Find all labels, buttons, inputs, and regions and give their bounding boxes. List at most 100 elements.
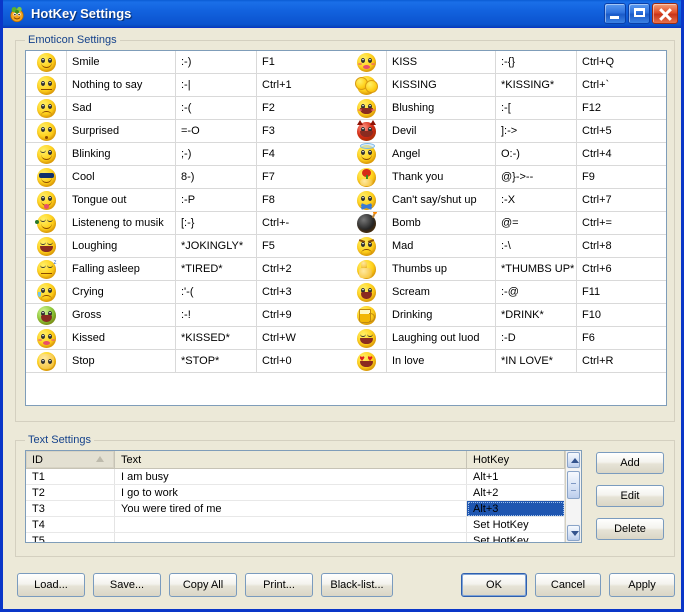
kiss-face-icon (346, 51, 387, 74)
emoticon-hotkey[interactable]: Ctrl+6 (576, 257, 666, 281)
emoticon-table[interactable]: Smile:-) F1 Nothing to say:-| Ctrl+1 Sad:-(F… (25, 50, 667, 406)
column-header-text[interactable]: Text (114, 451, 467, 469)
emoticon-shortcut: =-O (175, 119, 257, 143)
emoticon-row[interactable]: z Falling asleep *TIRED* Ctrl+2 (26, 257, 364, 281)
emoticon-row[interactable]: Listeneng to musik [:-} Ctrl+- (26, 211, 364, 235)
text-row-id: T1 (26, 468, 115, 485)
scrollbar-track[interactable] (566, 469, 581, 524)
emoticon-row[interactable]: KISS:-{} Ctrl+Q (346, 51, 666, 74)
save-button[interactable]: Save... (93, 573, 161, 597)
emoticon-row[interactable]: Thank you @}->-- F9 (346, 165, 666, 189)
emoticon-row[interactable]: Nothing to say:-| Ctrl+1 (26, 73, 364, 97)
maximize-button[interactable] (628, 3, 650, 24)
text-row-text[interactable]: You were tired of me (114, 500, 467, 517)
black-list-button[interactable]: Black-list... (321, 573, 393, 597)
close-button[interactable] (652, 3, 678, 24)
add-button[interactable]: Add (596, 452, 664, 474)
scroll-up-icon[interactable] (567, 452, 580, 468)
apply-button[interactable]: Apply (609, 573, 675, 597)
copy-all-button[interactable]: Copy All (169, 573, 237, 597)
table-row[interactable]: T1 I am busy Alt+1 (26, 468, 565, 485)
emoticon-row[interactable]: Thumbs up *THUMBS UP* Ctrl+6 (346, 257, 666, 281)
emoticon-hotkey[interactable]: F6 (576, 326, 666, 350)
emoticon-row[interactable]: Blushing:-[F12 (346, 96, 666, 120)
scrollbar-thumb[interactable] (567, 471, 580, 499)
emoticon-row[interactable]: KISSING *KISSING* Ctrl+` (346, 73, 666, 97)
text-row-hotkey[interactable]: Alt+3 (466, 500, 565, 517)
emoticon-row[interactable]: Laughing out luod:-D F6 (346, 326, 666, 350)
table-row[interactable]: T4 Set HotKey (26, 516, 565, 533)
emoticon-hotkey[interactable]: Ctrl+= (576, 211, 666, 235)
emoticon-hotkey[interactable]: F11 (576, 280, 666, 304)
emoticon-row[interactable]: Angel O:-) Ctrl+4 (346, 142, 666, 166)
emoticon-name: Listeneng to musik (66, 211, 176, 235)
emoticon-name: Surprised (66, 119, 176, 143)
emoticon-row[interactable]: Bomb @= Ctrl+= (346, 211, 666, 235)
emoticon-row[interactable]: Drinking *DRINK* F10 (346, 303, 666, 327)
text-list-scrollbar[interactable] (565, 451, 581, 542)
emoticon-row[interactable]: Tongue out:-P F8 (26, 188, 364, 212)
column-header-id[interactable]: ID (26, 451, 115, 469)
column-header-hotkey[interactable]: HotKey (466, 451, 565, 469)
emoticon-hotkey[interactable]: Ctrl+8 (576, 234, 666, 258)
emoticon-row[interactable]: Kissed *KISSED* Ctrl+W (26, 326, 364, 350)
emoticon-hotkey[interactable]: F9 (576, 165, 666, 189)
emoticon-row[interactable]: Surprised =-O F3 (26, 119, 364, 143)
text-row-id: T2 (26, 484, 115, 501)
table-row[interactable]: T2 I go to work Alt+2 (26, 484, 565, 501)
emoticon-row[interactable]: Loughing *JOKINGLY* F5 (26, 234, 364, 258)
emoticon-hotkey[interactable]: Ctrl+Q (576, 51, 666, 74)
text-row-hotkey[interactable]: Set HotKey (466, 532, 565, 542)
emoticon-row[interactable]: Devil]:-> Ctrl+5 (346, 119, 666, 143)
emoticon-row[interactable]: Smile:-) F1 (26, 51, 364, 74)
surprised-face-icon (26, 119, 67, 143)
text-row-text[interactable] (114, 516, 467, 533)
emoticon-hotkey[interactable]: Ctrl+R (576, 349, 666, 373)
emoticon-hotkey[interactable]: Ctrl+5 (576, 119, 666, 143)
emoticon-row[interactable]: In love *IN LOVE* Ctrl+R (346, 349, 666, 373)
text-row-hotkey[interactable]: Alt+2 (466, 484, 565, 501)
table-row[interactable]: T5 Set HotKey (26, 532, 565, 542)
emoticon-shortcut: :-{} (495, 51, 577, 74)
emoticon-name: Kissed (66, 326, 176, 350)
text-row-hotkey[interactable]: Alt+1 (466, 468, 565, 485)
emoticon-row[interactable]: Cool 8-) F7 (26, 165, 364, 189)
emoticon-hotkey[interactable]: Ctrl+4 (576, 142, 666, 166)
load-button[interactable]: Load... (17, 573, 85, 597)
beer-mug-icon (346, 303, 387, 327)
text-row-text[interactable]: I am busy (114, 468, 467, 485)
table-row[interactable]: T3 You were tired of me Alt+3 (26, 500, 565, 517)
emoticon-name: Devil (386, 119, 496, 143)
emoticon-row[interactable]: Scream:-@ F11 (346, 280, 666, 304)
text-row-id: T4 (26, 516, 115, 533)
emoticon-hotkey[interactable]: Ctrl+` (576, 73, 666, 97)
emoticon-name: Scream (386, 280, 496, 304)
emoticon-shortcut: :-[ (495, 96, 577, 120)
minimize-button[interactable] (604, 3, 626, 24)
text-row-text[interactable] (114, 532, 467, 542)
emoticon-row[interactable]: Can't say/shut up:-X Ctrl+7 (346, 188, 666, 212)
cancel-button[interactable]: Cancel (535, 573, 601, 597)
text-list[interactable]: ID Text HotKey T1 I am busy Alt+1 T2 I go to… (25, 450, 582, 543)
emoticon-row[interactable]: Gross:-! Ctrl+9 (26, 303, 364, 327)
emoticon-shortcut: *THUMBS UP* (495, 257, 577, 281)
print-button[interactable]: Print... (245, 573, 313, 597)
text-row-hotkey[interactable]: Set HotKey (466, 516, 565, 533)
emoticon-row[interactable]: Crying:'-(Ctrl+3 (26, 280, 364, 304)
emoticon-hotkey[interactable]: F10 (576, 303, 666, 327)
emoticon-name: KISS (386, 51, 496, 74)
emoticon-shortcut: [:-} (175, 211, 257, 235)
title-bar[interactable]: HotKey Settings (3, 0, 681, 28)
text-list-body[interactable]: ID Text HotKey T1 I am busy Alt+1 T2 I go to… (26, 451, 565, 542)
text-row-text[interactable]: I go to work (114, 484, 467, 501)
emoticon-row[interactable]: Stop *STOP* Ctrl+0 (26, 349, 364, 373)
emoticon-hotkey[interactable]: F12 (576, 96, 666, 120)
emoticon-row[interactable]: Sad:-(F2 (26, 96, 364, 120)
emoticon-row[interactable]: Blinking ;-) F4 (26, 142, 364, 166)
scroll-down-icon[interactable] (567, 525, 580, 541)
ok-button[interactable]: OK (461, 573, 527, 597)
emoticon-hotkey[interactable]: Ctrl+7 (576, 188, 666, 212)
edit-button[interactable]: Edit (596, 485, 664, 507)
emoticon-row[interactable]: Mad:-\ Ctrl+8 (346, 234, 666, 258)
delete-button[interactable]: Delete (596, 518, 664, 540)
